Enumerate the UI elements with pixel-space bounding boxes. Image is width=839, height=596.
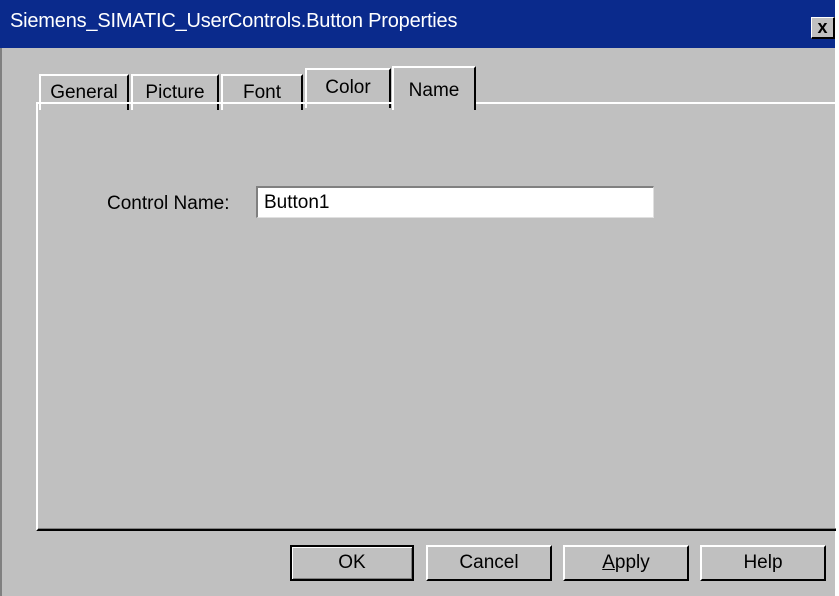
tab-picture-label: Picture [145,82,205,103]
cancel-button-label: Cancel [459,552,519,573]
help-button[interactable]: Help [700,545,826,581]
apply-button-label: pply [614,552,650,573]
tab-panel [36,102,836,531]
tab-general-label: General [50,82,118,103]
help-button-label: Help [743,552,783,573]
panel-shadow [38,528,836,529]
ok-button-label: OK [338,552,366,573]
cancel-button[interactable]: Cancel [426,545,552,581]
tab-color-label: Color [325,77,371,98]
apply-accelerator: A [602,552,615,573]
tab-name-label: Name [408,80,460,101]
ok-button[interactable]: OK [290,545,414,581]
close-button[interactable]: x [811,17,835,39]
title-bar[interactable]: Siemens_SIMATIC_UserControls.Button Prop… [0,0,839,48]
window-title: Siemens_SIMATIC_UserControls.Button Prop… [10,10,458,32]
tab-name[interactable]: Name [392,66,476,110]
close-icon: x [817,17,828,37]
apply-button[interactable]: Apply [563,545,689,581]
properties-dialog: Siemens_SIMATIC_UserControls.Button Prop… [0,0,839,596]
window-border [0,48,2,596]
tab-font-label: Font [242,82,282,103]
